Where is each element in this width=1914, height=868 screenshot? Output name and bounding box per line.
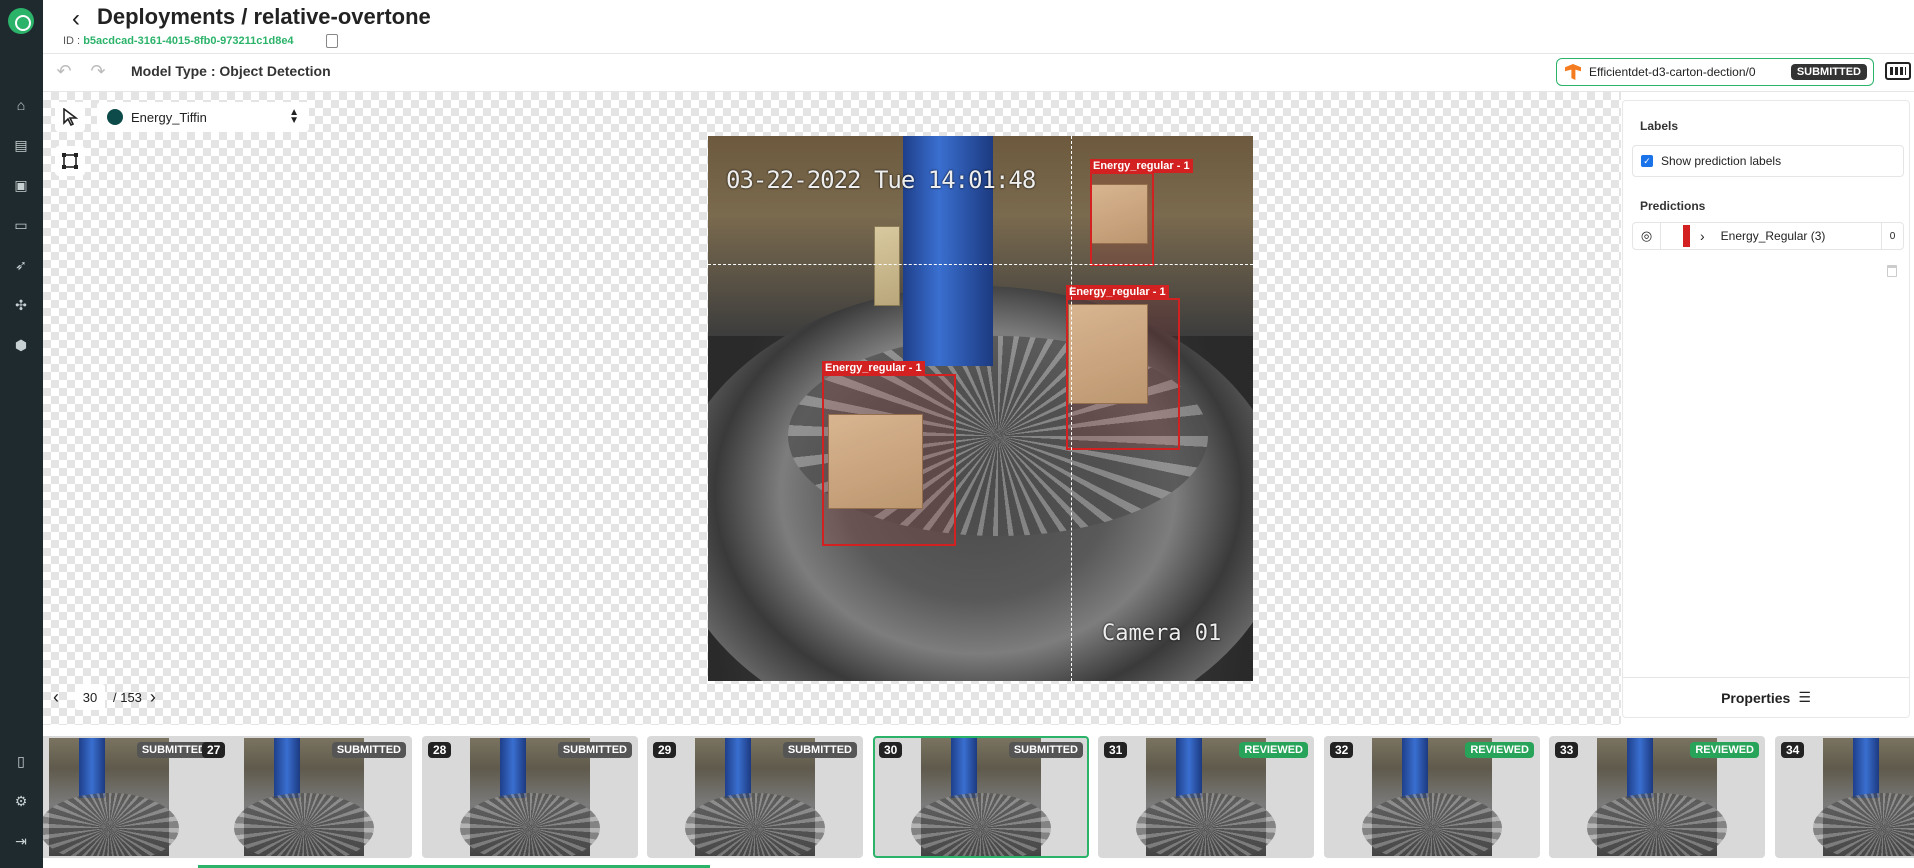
image-icon[interactable]: ▣ — [12, 176, 30, 194]
thumbnail-number: 29 — [653, 742, 677, 758]
image-pager: ‹ 30 / 153 › — [53, 684, 164, 710]
network-icon[interactable]: ✣ — [12, 296, 30, 314]
predictions-heading: Predictions — [1640, 199, 1706, 213]
model-type-text: Model Type : Object Detection — [131, 63, 331, 79]
select-tool-button[interactable] — [55, 102, 85, 132]
page-total: / 153 — [113, 689, 142, 705]
model-status-badge: SUBMITTED — [1790, 64, 1867, 80]
database-icon[interactable]: ▤ — [12, 136, 30, 154]
updown-icon: ▲ ▼ — [289, 107, 299, 126]
status-badge: SUBMITTED — [331, 742, 406, 758]
trash-icon[interactable] — [1887, 265, 1897, 277]
bounding-box-icon — [62, 153, 78, 169]
undo-icon[interactable]: ↶ — [53, 60, 75, 82]
thumbnail-number: 27 — [202, 742, 226, 758]
keyboard-icon[interactable] — [1885, 62, 1911, 80]
image-camera-label: Camera 01 — [1102, 621, 1222, 646]
label-color-dot — [107, 109, 123, 125]
status-badge: SUBMITTED — [136, 742, 211, 758]
bbox-label: Energy_regular - 1 — [1090, 159, 1193, 173]
thumbnail[interactable]: 28 SUBMITTED — [422, 736, 638, 858]
status-badge: SUBMITTED — [782, 742, 857, 758]
annotated-image[interactable]: 03-22-2022 Tue 14:01:48 Camera 01 Energy… — [708, 136, 1253, 681]
crosshair-vertical — [1071, 136, 1072, 681]
bbox-label: Energy_regular - 1 — [822, 361, 925, 375]
sliders-icon: ☰ — [1798, 689, 1811, 705]
thumbnail[interactable]: 27 SUBMITTED — [196, 736, 412, 858]
app-logo[interactable] — [8, 8, 34, 34]
page-header: ‹ Deployments / relative-overtone ID : b… — [43, 0, 1914, 54]
thumbnail-number: 30 — [879, 742, 903, 758]
bounding-box[interactable]: Energy_regular - 1 — [1090, 159, 1193, 266]
thumbnail-number: 32 — [1330, 742, 1354, 758]
home-icon[interactable]: ⌂ — [12, 96, 30, 114]
selected-label: Energy_Tiffin — [131, 109, 207, 125]
chevron-right-icon[interactable]: › — [1700, 228, 1705, 244]
cube-icon[interactable]: ⬢ — [12, 336, 30, 354]
status-badge: SUBMITTED — [557, 742, 632, 758]
deployment-id: ID : b5acdcad-3161-4015-8fb0-973211c1d8e… — [63, 35, 294, 47]
thumbnail-number: 34 — [1781, 742, 1805, 758]
status-badge: REVIEWED — [1239, 742, 1308, 758]
page-number-input[interactable]: 30 — [75, 684, 105, 710]
copy-icon[interactable] — [326, 34, 338, 48]
left-nav-rail: ⌂ ▤ ▣ ▭ ➶ ✣ ⬢ ▯ ⚙ ⇥ — [0, 0, 43, 868]
thumbnail[interactable]: 33 REVIEWED — [1549, 736, 1765, 858]
id-value: b5acdcad-3161-4015-8fb0-973211c1d8e4 — [83, 35, 294, 47]
tensorflow-icon — [1565, 64, 1581, 80]
cursor-icon — [63, 108, 78, 126]
model-selector[interactable]: Efficientdet-d3-carton-dection/0 SUBMITT… — [1556, 58, 1874, 86]
rectangle-tool-button[interactable] — [55, 146, 85, 176]
redo-icon[interactable]: ↷ — [87, 60, 109, 82]
rocket-icon[interactable]: ➶ — [12, 256, 30, 274]
thumbnail[interactable]: SUBMITTED — [43, 736, 217, 858]
back-arrow-icon[interactable]: ‹ — [63, 5, 89, 32]
thumbnail[interactable]: 34 — [1775, 736, 1914, 858]
thumbnail[interactable]: 32 REVIEWED — [1324, 736, 1540, 858]
thumbnail[interactable]: 31 REVIEWED — [1098, 736, 1314, 858]
image-timestamp: 03-22-2022 Tue 14:01:48 — [726, 166, 1036, 194]
document-icon[interactable]: ▯ — [12, 752, 30, 770]
annotation-canvas[interactable]: Energy_Tiffin ▲ ▼ 03-22-2022 Tue 14:01:48… — [43, 92, 1621, 725]
prediction-item[interactable]: ◎ › Energy_Regular (3) 0 — [1632, 222, 1904, 250]
prediction-count: 0 — [1881, 223, 1903, 249]
prediction-name: Energy_Regular (3) — [1720, 229, 1826, 243]
thumbnail-selected[interactable]: 30 SUBMITTED — [873, 736, 1089, 858]
model-name: Efficientdet-d3-carton-dection/0 — [1589, 65, 1756, 79]
monitor-icon[interactable]: ▭ — [12, 216, 30, 234]
status-badge: SUBMITTED — [1008, 742, 1083, 758]
prediction-color-swatch — [1683, 225, 1690, 247]
bounding-box[interactable]: Energy_regular - 1 — [822, 361, 956, 546]
thumbnail-number: 28 — [428, 742, 452, 758]
show-prediction-labels-toggle[interactable]: ✓ Show prediction labels — [1632, 145, 1904, 177]
properties-label: Properties — [1721, 689, 1791, 706]
next-image-icon[interactable]: › — [150, 687, 164, 708]
status-badge: REVIEWED — [1690, 742, 1759, 758]
prev-image-icon[interactable]: ‹ — [53, 687, 67, 708]
eye-off-icon[interactable]: ◎ — [1633, 223, 1661, 249]
properties-button[interactable]: Properties ☰ — [1623, 677, 1909, 717]
thumbnail-number: 31 — [1104, 742, 1128, 758]
editor-toolbar: ↶ ↷ Model Type : Object Detection Effici… — [43, 54, 1914, 92]
page-title: Deployments / relative-overtone — [97, 4, 431, 29]
image-filmstrip: SUBMITTED 27 SUBMITTED 28 SUBMITTED 29 S… — [43, 733, 1914, 859]
thumbnail-image — [1813, 738, 1914, 856]
labels-heading: Labels — [1640, 119, 1679, 133]
bbox-label: Energy_regular - 1 — [1066, 285, 1169, 299]
gear-icon[interactable]: ⚙ — [12, 792, 30, 810]
label-class-select[interactable]: Energy_Tiffin ▲ ▼ — [97, 102, 309, 132]
thumbnail[interactable]: 29 SUBMITTED — [647, 736, 863, 858]
labels-panel: Labels ✓ Show prediction labels Predicti… — [1622, 100, 1910, 718]
checkbox-checked[interactable]: ✓ — [1641, 155, 1653, 167]
status-badge: REVIEWED — [1465, 742, 1534, 758]
bounding-box[interactable]: Energy_regular - 1 — [1066, 285, 1180, 450]
id-label: ID : — [63, 35, 81, 47]
carton-stack — [874, 226, 900, 306]
logout-icon[interactable]: ⇥ — [12, 832, 30, 850]
thumbnail-number: 33 — [1555, 742, 1579, 758]
crosshair-horizontal — [708, 264, 1253, 265]
show-prediction-labels-text: Show prediction labels — [1661, 154, 1782, 168]
